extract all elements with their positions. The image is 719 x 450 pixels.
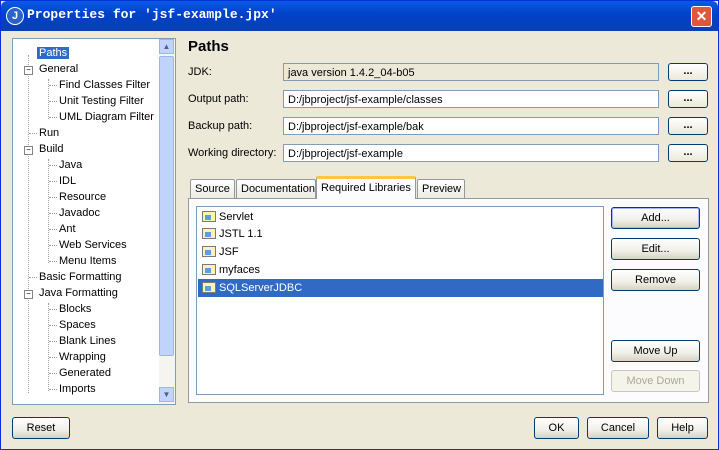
tree-item-generated[interactable]: Generated <box>59 365 111 381</box>
properties-dialog: J Properties for 'jsf-example.jpx' ✕ Pat… <box>0 0 719 450</box>
settings-tree[interactable]: Paths − General Find Classes Filter Unit… <box>12 38 176 405</box>
tree-item-blank-lines[interactable]: Blank Lines <box>59 333 116 349</box>
library-icon <box>202 228 216 239</box>
output-path-label: Output path: <box>188 93 249 105</box>
libraries-list[interactable]: Servlet JSTL 1.1 JSF myfaces SQLServerJD… <box>196 206 604 395</box>
collapse-icon[interactable]: − <box>24 66 33 75</box>
tree-item-run[interactable]: Run <box>39 125 59 141</box>
tree-item-java[interactable]: Java <box>59 157 82 173</box>
tree-content: Paths − General Find Classes Filter Unit… <box>13 39 158 404</box>
scroll-down-icon[interactable]: ▼ <box>159 387 174 402</box>
working-directory-field[interactable]: D:/jbproject/jsf-example <box>283 144 659 162</box>
close-button[interactable]: ✕ <box>691 6 712 27</box>
move-down-button[interactable]: Move Down <box>611 370 700 392</box>
list-item[interactable]: SQLServerJDBC <box>198 279 603 297</box>
library-icon <box>202 211 216 222</box>
tree-item-basic-formatting[interactable]: Basic Formatting <box>39 269 122 285</box>
ok-button[interactable]: OK <box>534 417 579 439</box>
output-path-field[interactable]: D:/jbproject/jsf-example/classes <box>283 90 659 108</box>
backup-path-browse-button[interactable]: ... <box>668 117 708 135</box>
library-icon <box>202 246 216 257</box>
title-bar[interactable]: J Properties for 'jsf-example.jpx' ✕ <box>1 1 718 31</box>
tree-item-imports[interactable]: Imports <box>59 381 96 397</box>
tree-item-java-formatting[interactable]: Java Formatting <box>39 285 118 301</box>
tree-item-spaces[interactable]: Spaces <box>59 317 96 333</box>
add-library-button[interactable]: Add... <box>611 207 700 229</box>
tree-item-wrapping[interactable]: Wrapping <box>59 349 106 365</box>
tree-connector <box>28 55 29 393</box>
jdk-label: JDK: <box>188 66 212 78</box>
tree-connector <box>48 303 49 391</box>
working-directory-label: Working directory: <box>188 147 277 159</box>
collapse-icon[interactable]: − <box>24 146 33 155</box>
tree-item-unit-testing-filter[interactable]: Unit Testing Filter <box>59 93 144 109</box>
tree-item-paths[interactable]: Paths <box>37 45 70 61</box>
jdk-browse-button[interactable]: ... <box>668 63 708 81</box>
tree-item-ant[interactable]: Ant <box>59 221 76 237</box>
scroll-thumb[interactable] <box>159 56 174 356</box>
tree-item-menu-items[interactable]: Menu Items <box>59 253 116 269</box>
library-icon <box>202 282 216 293</box>
move-up-button[interactable]: Move Up <box>611 340 700 362</box>
tree-item-find-classes-filter[interactable]: Find Classes Filter <box>59 77 150 93</box>
tree-item-idl[interactable]: IDL <box>59 173 76 189</box>
list-item[interactable]: myfaces <box>198 261 603 279</box>
tab-preview[interactable]: Preview <box>417 179 465 198</box>
working-directory-browse-button[interactable]: ... <box>668 144 708 162</box>
tab-source[interactable]: Source <box>190 179 235 198</box>
list-item[interactable]: JSF <box>198 243 603 261</box>
page-title: Paths <box>188 38 229 55</box>
tree-connector <box>48 159 49 263</box>
tab-required-libraries[interactable]: Required Libraries <box>316 176 416 199</box>
collapse-icon[interactable]: − <box>24 290 33 299</box>
reset-button[interactable]: Reset <box>12 417 70 439</box>
list-item[interactable]: JSTL 1.1 <box>198 225 603 243</box>
tree-item-general[interactable]: General <box>39 61 78 77</box>
tree-item-web-services[interactable]: Web Services <box>59 237 127 253</box>
tree-scrollbar[interactable]: ▲ ▼ <box>159 39 175 404</box>
tree-item-resource[interactable]: Resource <box>59 189 106 205</box>
jdk-field: java version 1.4.2_04-b05 <box>283 63 659 81</box>
jbuilder-app-icon: J <box>6 7 24 25</box>
tree-item-javadoc[interactable]: Javadoc <box>59 205 100 221</box>
close-icon: ✕ <box>695 8 708 24</box>
list-item[interactable]: Servlet <box>198 208 603 226</box>
backup-path-label: Backup path: <box>188 120 253 132</box>
cancel-button[interactable]: Cancel <box>587 417 649 439</box>
help-button[interactable]: Help <box>657 417 708 439</box>
backup-path-field[interactable]: D:/jbproject/jsf-example/bak <box>283 117 659 135</box>
tab-documentation[interactable]: Documentation <box>236 179 316 198</box>
output-path-browse-button[interactable]: ... <box>668 90 708 108</box>
edit-library-button[interactable]: Edit... <box>611 238 700 260</box>
remove-library-button[interactable]: Remove <box>611 269 700 291</box>
tree-item-uml-diagram-filter[interactable]: UML Diagram Filter <box>59 109 154 125</box>
library-icon <box>202 264 216 275</box>
tree-item-blocks[interactable]: Blocks <box>59 301 91 317</box>
scroll-up-icon[interactable]: ▲ <box>159 39 174 54</box>
window-title: Properties for 'jsf-example.jpx' <box>27 7 277 22</box>
tree-item-build[interactable]: Build <box>39 141 63 157</box>
